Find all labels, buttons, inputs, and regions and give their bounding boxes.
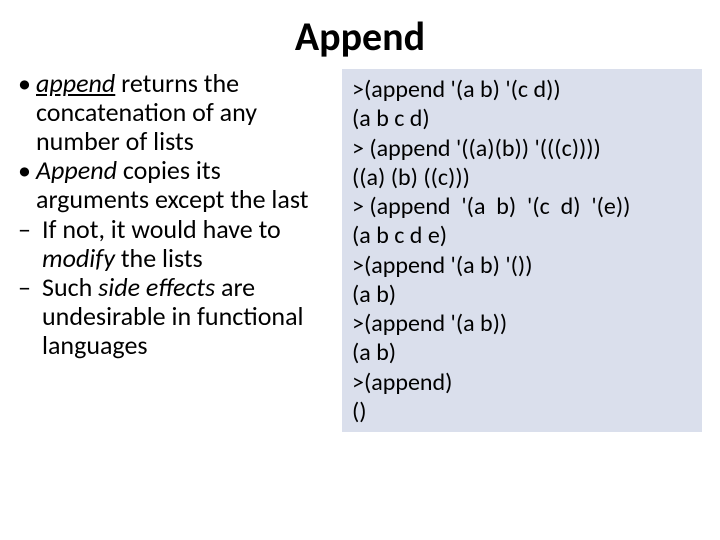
bullet-2: • Append copies its arguments except the… bbox=[18, 156, 330, 214]
code-line: ((a) (b) ((c))) bbox=[352, 163, 694, 192]
left-column: • append returns the concatenation of an… bbox=[18, 69, 330, 432]
code-line: (a b) bbox=[352, 338, 694, 367]
code-line: > (append '((a)(b)) '(((c)))) bbox=[352, 134, 694, 163]
b3-pre: If not, it would have to bbox=[42, 213, 281, 245]
code-line: () bbox=[352, 397, 694, 426]
bullet-text: append returns the concatenation of any … bbox=[36, 69, 330, 156]
bullet-4: – Such side effects are undesirable in f… bbox=[18, 273, 330, 360]
bullet-marker: • bbox=[18, 69, 36, 156]
code-line: >(append '(a b) '()) bbox=[352, 251, 694, 280]
slide: Append • append returns the concatenatio… bbox=[0, 0, 720, 540]
bullet-text: Append copies its arguments except the l… bbox=[36, 156, 330, 214]
dash-marker: – bbox=[18, 215, 42, 273]
code-line: (a b) bbox=[352, 280, 694, 309]
code-line: >(append '(a b) '(c d)) bbox=[352, 75, 694, 104]
code-line: > (append '(a b) '(c d) '(e)) bbox=[352, 192, 694, 221]
b3-post: the lists bbox=[115, 242, 203, 274]
code-line: >(append '(a b)) bbox=[352, 309, 694, 338]
code-line: (a b c d) bbox=[352, 104, 694, 133]
code-line: (a b c d e) bbox=[352, 221, 694, 250]
em-side-effects: side effects bbox=[98, 271, 215, 303]
bullet-1: • append returns the concatenation of an… bbox=[18, 69, 330, 156]
b4-pre: Such bbox=[42, 271, 98, 303]
em-modify: modify bbox=[42, 242, 115, 274]
em-append2: Append bbox=[36, 154, 117, 186]
slide-body: • append returns the concatenation of an… bbox=[18, 69, 702, 432]
slide-title: Append bbox=[18, 12, 702, 61]
em-append: append bbox=[36, 67, 115, 99]
bullet-text: Such side effects are undesirable in fun… bbox=[42, 273, 330, 360]
code-line: >(append) bbox=[352, 368, 694, 397]
bullet-3: – If not, it would have to modify the li… bbox=[18, 215, 330, 273]
bullet-text: If not, it would have to modify the list… bbox=[42, 215, 330, 273]
bullet-marker: • bbox=[18, 156, 36, 214]
dash-marker: – bbox=[18, 273, 42, 360]
code-block: >(append '(a b) '(c d)) (a b c d) > (app… bbox=[342, 69, 702, 432]
